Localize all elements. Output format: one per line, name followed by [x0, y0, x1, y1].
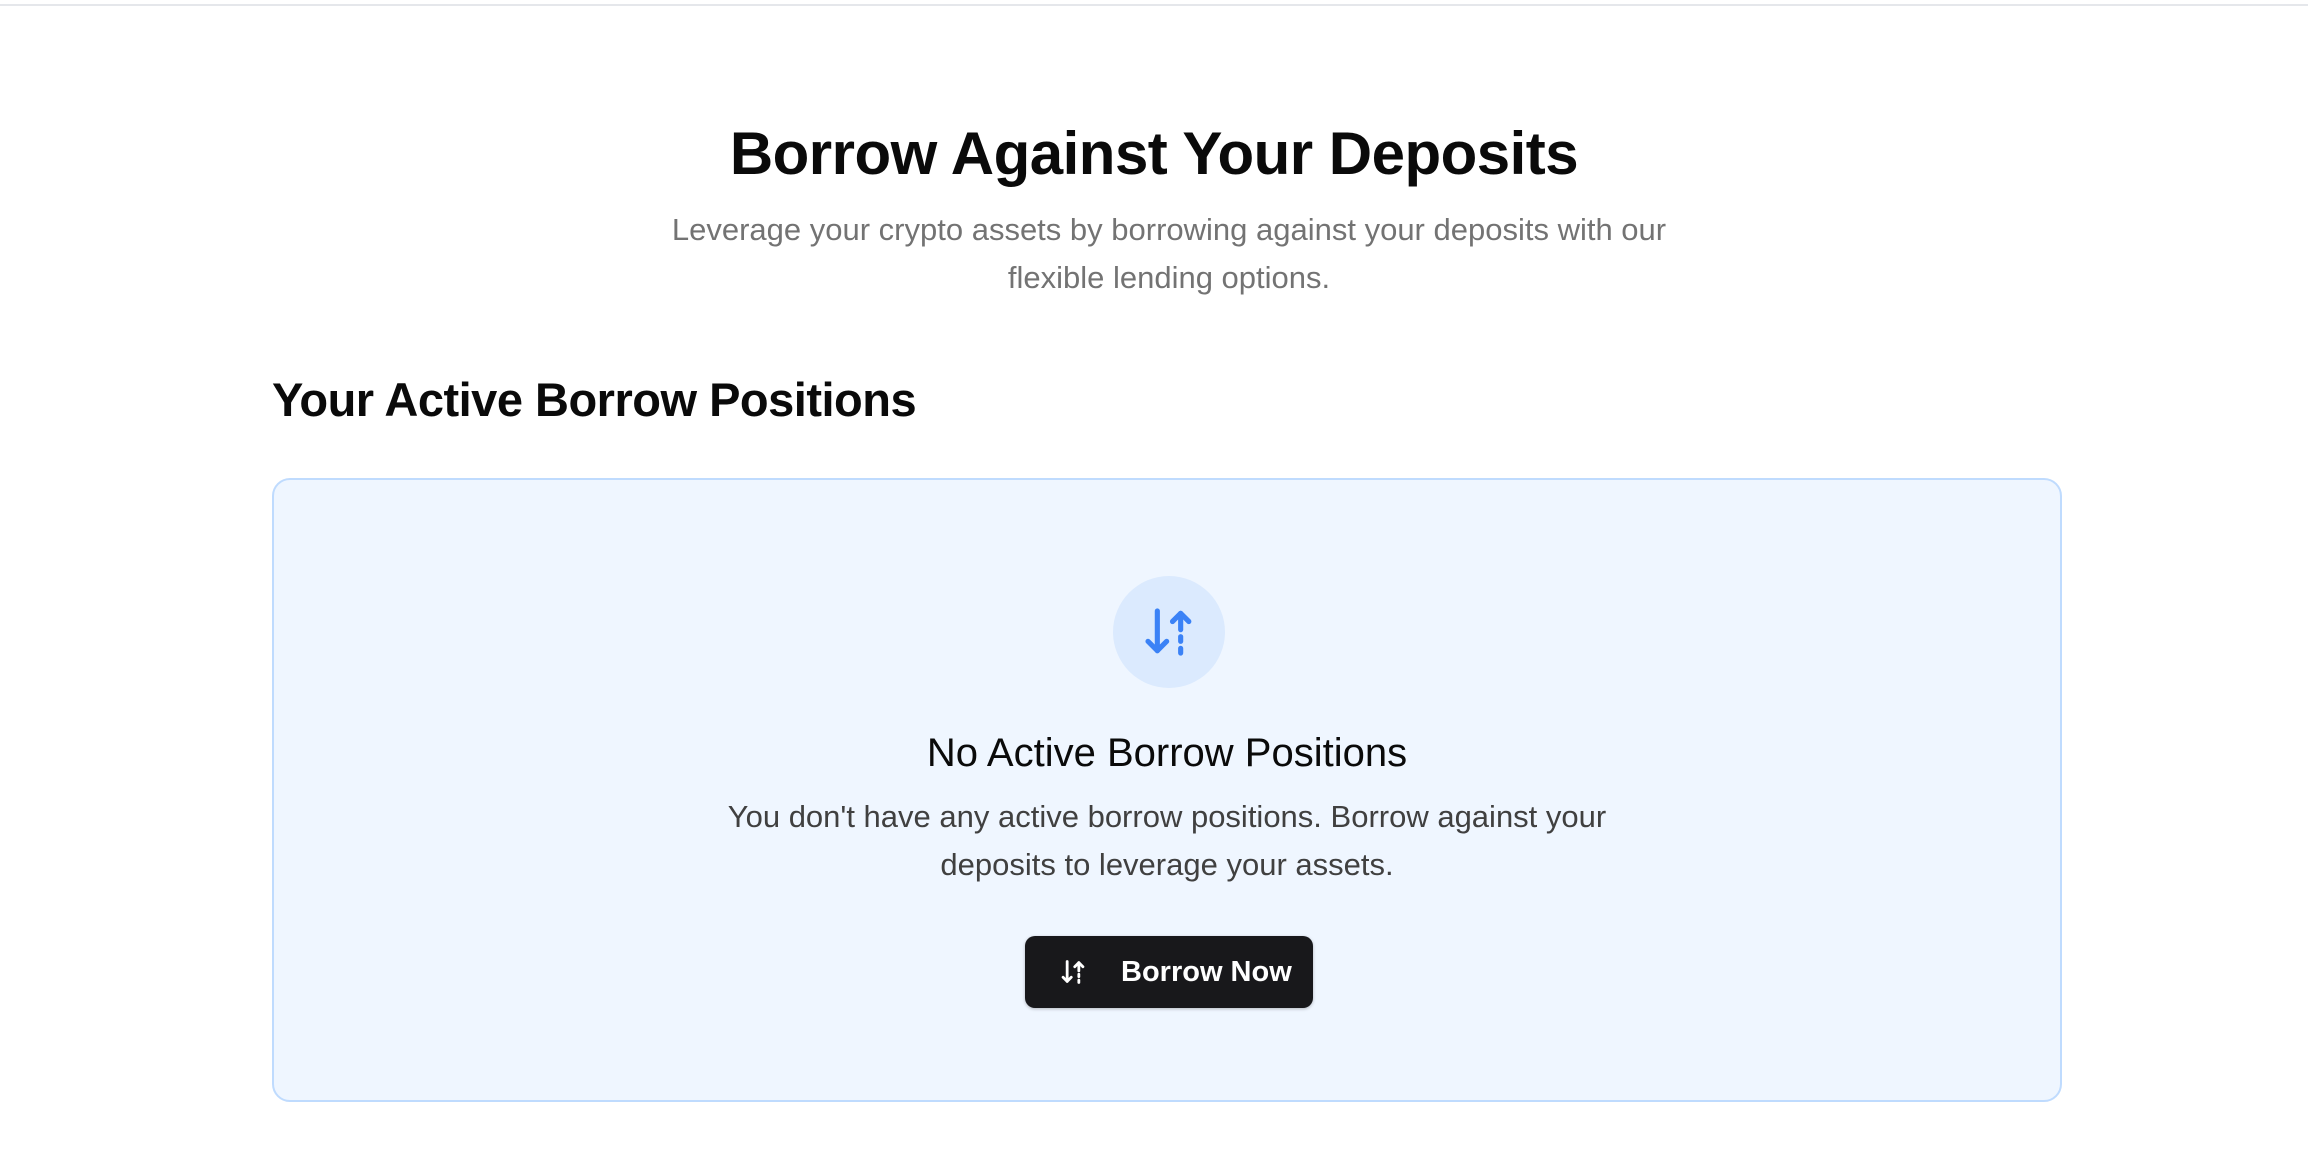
page-title: Borrow Against Your Deposits [729, 120, 1579, 187]
empty-state-title: No Active Borrow Positions [926, 731, 1408, 775]
top-divider [0, 4, 2308, 6]
active-positions-heading: Your Active Borrow Positions [272, 373, 917, 426]
arrow-down-up-icon [1061, 960, 1085, 984]
borrow-now-label: Borrow Now [1121, 956, 1292, 988]
empty-state-icon-circle [1113, 576, 1225, 688]
arrow-down-up-icon [1145, 608, 1192, 656]
page-subtitle: Leverage your crypto assets by borrowing… [671, 212, 1667, 295]
empty-state-description: You don't have any active borrow positio… [727, 799, 1607, 882]
empty-state-card: No Active Borrow Positions You don't hav… [272, 478, 2062, 1102]
borrow-now-button[interactable]: Borrow Now [1025, 936, 1313, 1008]
